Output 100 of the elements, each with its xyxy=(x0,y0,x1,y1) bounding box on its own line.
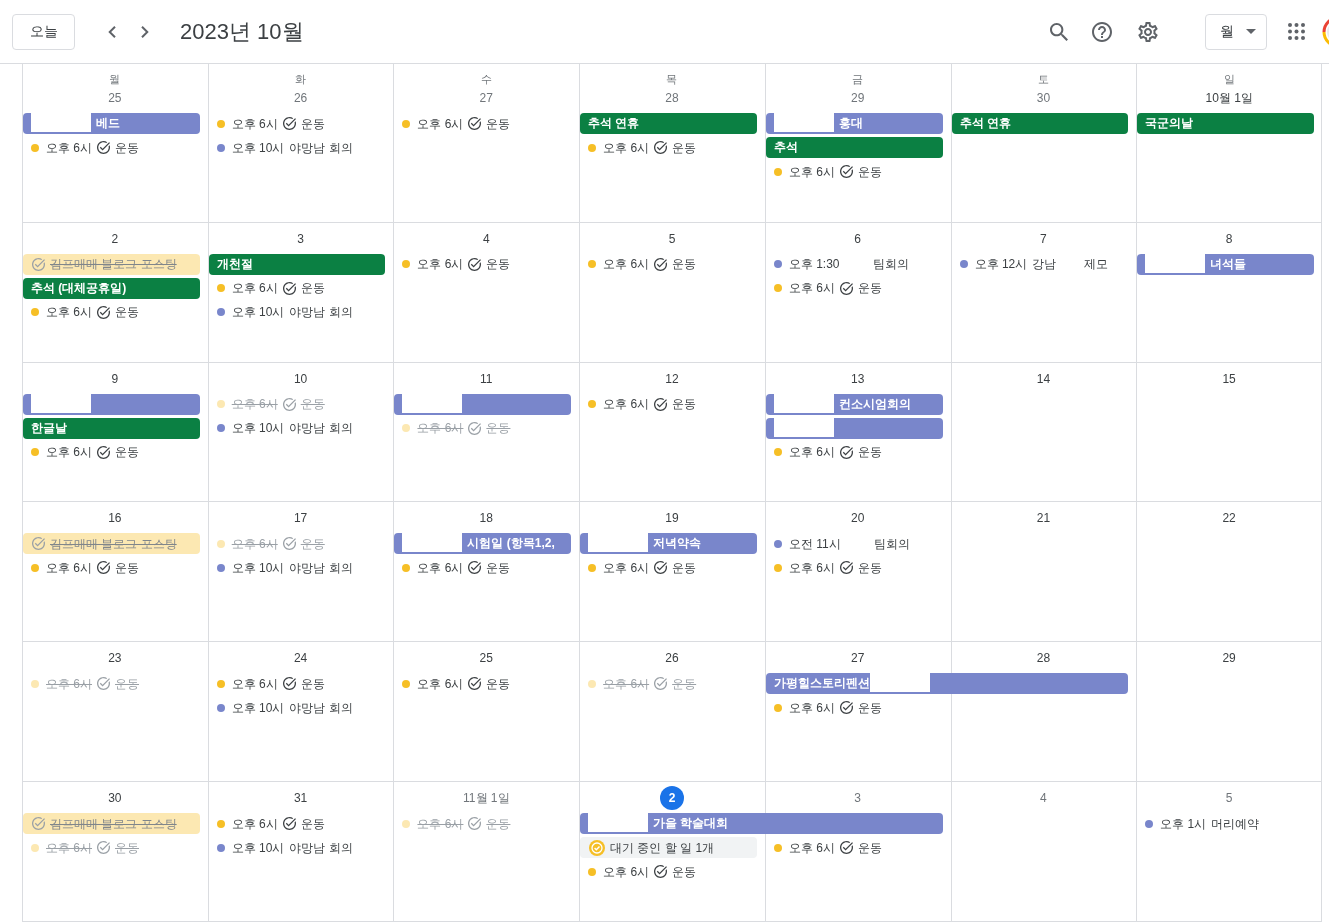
date-label[interactable]: 14 xyxy=(1031,366,1056,391)
view-dropdown[interactable]: 월 xyxy=(1205,13,1267,50)
task-item[interactable]: 오후 6시 운동 xyxy=(23,137,200,158)
event-chip[interactable]: 국군의날 xyxy=(1137,113,1314,134)
redacted-block xyxy=(31,113,91,132)
weekday-label: 토 xyxy=(1037,72,1049,86)
event-item[interactable]: 오후 12시 강남 제모 xyxy=(951,253,1129,275)
event-chip[interactable] xyxy=(23,393,200,415)
task-item[interactable]: 오후 6시 운동 xyxy=(394,673,572,695)
date-label[interactable]: 17 xyxy=(288,506,313,531)
event-chip[interactable]: 개천절 xyxy=(208,253,386,275)
task-item[interactable]: 오후 6시 운동 xyxy=(394,557,572,579)
redacted-block xyxy=(1145,253,1206,273)
task-item[interactable]: 오후 6시 운동 xyxy=(765,161,943,182)
date-label[interactable]: 24 xyxy=(288,646,313,671)
event-item[interactable]: 오후 10시 야망남 회의 xyxy=(208,697,386,719)
date-label[interactable]: 3 xyxy=(288,226,313,251)
date-label[interactable]: 13 xyxy=(845,366,870,391)
redacted-block xyxy=(773,113,834,132)
event-item[interactable]: 오전 11시 팀회의 xyxy=(765,533,943,555)
date-label[interactable]: 27 xyxy=(845,646,870,671)
date-label[interactable]: 6 xyxy=(845,226,870,251)
event-chip[interactable]: 추석 연휴 xyxy=(580,113,757,134)
date-label[interactable]: 20 xyxy=(845,506,870,531)
event-chip[interactable] xyxy=(394,393,572,415)
date-label[interactable]: 26 xyxy=(660,646,684,671)
date-label[interactable]: 15 xyxy=(1217,366,1242,391)
event-item[interactable]: 오후 10시 야망남 회의 xyxy=(208,137,386,158)
date-label[interactable]: 19 xyxy=(660,506,684,531)
event-chip[interactable]: 추석 (대체공휴일) xyxy=(23,277,200,299)
date-label[interactable]: 30 xyxy=(1031,86,1056,110)
task-item[interactable]: 오후 6시 운동 xyxy=(580,861,757,883)
date-label[interactable]: 2 xyxy=(660,786,684,811)
apps-grid-icon xyxy=(1287,23,1305,40)
task-item[interactable]: 오후 6시 운동 xyxy=(765,277,943,299)
date-label[interactable]: 27 xyxy=(474,86,499,110)
task-item[interactable]: 오후 6시 운동 xyxy=(23,557,200,579)
date-label[interactable]: 29 xyxy=(845,86,870,110)
weekday-label: 일 xyxy=(1223,72,1235,86)
event-item[interactable]: 오후 1:30 팀회의 xyxy=(765,253,943,275)
date-label[interactable]: 26 xyxy=(288,86,313,110)
weekday-label: 월 xyxy=(109,72,121,86)
month-title: 2023년 10월 xyxy=(180,18,304,46)
event-chip[interactable]: 추석 xyxy=(765,137,943,158)
date-label[interactable]: 12 xyxy=(660,366,684,391)
search-icon xyxy=(1050,22,1068,41)
date-label[interactable]: 31 xyxy=(288,786,313,811)
date-label[interactable]: 30 xyxy=(102,786,127,811)
task-item[interactable]: 오후 6시 운동 xyxy=(23,301,200,323)
date-label[interactable]: 25 xyxy=(474,646,499,671)
event-item[interactable]: 오후 10시 야망남 회의 xyxy=(208,837,386,859)
date-label[interactable]: 11월 1일 xyxy=(459,786,514,811)
task-item[interactable]: 오후 6시 운동 xyxy=(394,253,572,275)
task-item[interactable]: 오후 6시 운동 xyxy=(765,557,943,579)
date-label[interactable]: 8 xyxy=(1217,226,1242,251)
event-chip[interactable]: 한글날 xyxy=(23,417,200,439)
task-item[interactable]: 오후 6시 운동 xyxy=(580,393,757,415)
task-item[interactable]: 오후 6시 운동 xyxy=(765,441,943,463)
date-label[interactable]: 5 xyxy=(1217,786,1242,811)
event-item[interactable]: 오후 10시 야망남 회의 xyxy=(208,557,386,579)
date-label[interactable]: 9 xyxy=(102,366,127,391)
date-label[interactable]: 21 xyxy=(1031,506,1056,531)
weekday-label: 목 xyxy=(666,72,678,86)
event-item[interactable]: 오후 1시 머리예약 xyxy=(1137,813,1314,835)
task-item[interactable]: 오후 6시 운동 xyxy=(208,113,386,134)
task-item[interactable]: 오후 6시 운동 xyxy=(765,837,943,859)
today-button[interactable]: 오늘 xyxy=(12,13,75,50)
date-label[interactable]: 10 xyxy=(288,366,313,391)
event-chip[interactable] xyxy=(765,417,943,439)
date-label[interactable]: 16 xyxy=(102,506,127,531)
task-item[interactable]: 오후 6시 운동 xyxy=(580,557,757,579)
date-label[interactable]: 5 xyxy=(660,226,684,251)
event-item[interactable]: 오후 10시 야망남 회의 xyxy=(208,301,386,323)
task-item[interactable]: 오후 6시 운동 xyxy=(394,113,572,134)
date-label[interactable]: 10월 1일 xyxy=(1201,86,1257,110)
pending-tasks-chip[interactable]: 대기 중인 할 일 1개 xyxy=(580,837,757,859)
task-item[interactable]: 오후 6시 운동 xyxy=(208,673,386,695)
task-item[interactable]: 오후 6시 운동 xyxy=(580,253,757,275)
task-item[interactable]: 오후 6시 운동 xyxy=(765,697,943,719)
redacted-block xyxy=(869,673,930,693)
date-label[interactable]: 29 xyxy=(1217,646,1242,671)
date-label[interactable]: 25 xyxy=(102,86,127,110)
date-label[interactable]: 28 xyxy=(660,86,684,110)
event-chip[interactable]: 추석 연휴 xyxy=(951,113,1129,134)
date-label[interactable]: 28 xyxy=(1031,646,1056,671)
event-item[interactable]: 오후 10시 야망남 회의 xyxy=(208,417,386,439)
date-label[interactable]: 7 xyxy=(1031,226,1056,251)
date-label[interactable]: 22 xyxy=(1217,506,1242,531)
task-item[interactable]: 오후 6시 운동 xyxy=(23,441,200,463)
date-label[interactable]: 23 xyxy=(102,646,127,671)
date-label[interactable]: 3 xyxy=(845,786,870,811)
date-label[interactable]: 11 xyxy=(474,366,499,391)
task-item[interactable]: 오후 6시 운동 xyxy=(208,813,386,835)
date-label[interactable]: 2 xyxy=(102,226,127,251)
date-label[interactable]: 4 xyxy=(1031,786,1056,811)
date-label[interactable]: 18 xyxy=(474,506,499,531)
task-item[interactable]: 오후 6시 운동 xyxy=(580,137,757,158)
task-item[interactable]: 오후 6시 운동 xyxy=(208,277,386,299)
date-label[interactable]: 4 xyxy=(474,226,499,251)
redacted-block xyxy=(773,393,834,413)
